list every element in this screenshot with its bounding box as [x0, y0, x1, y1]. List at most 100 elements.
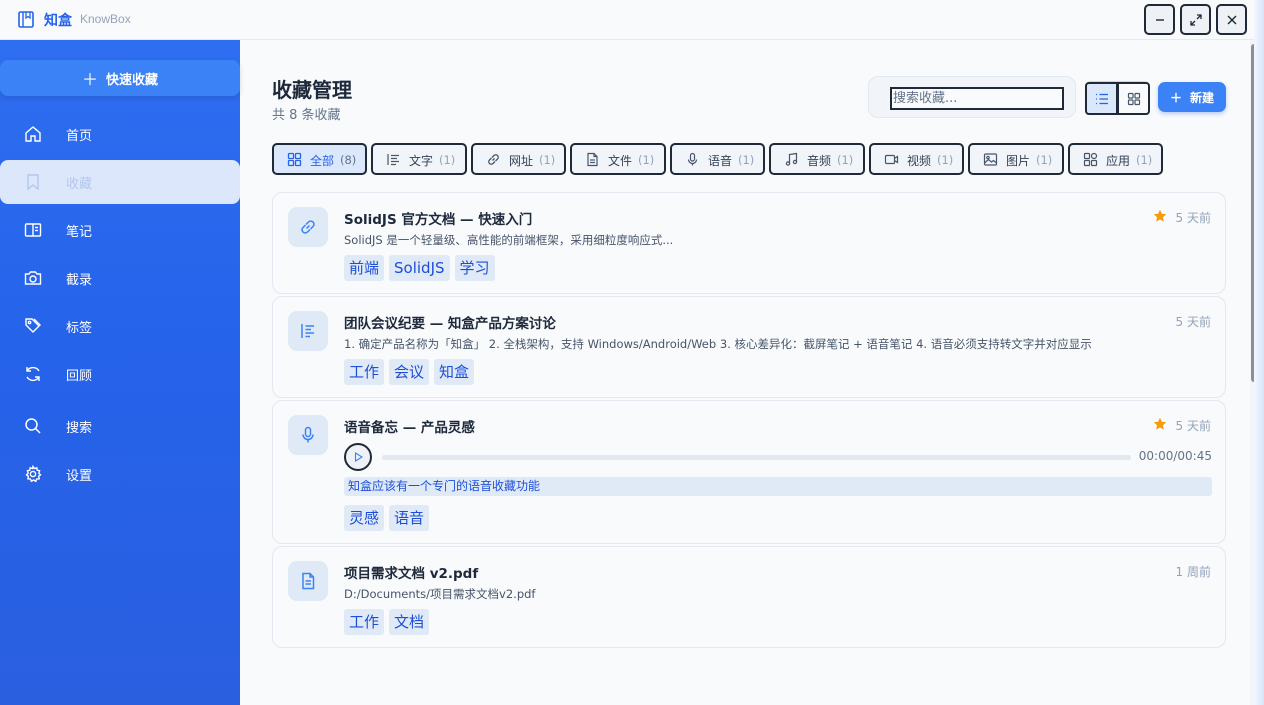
bookmark-icon [27, 174, 39, 191]
bookmark-card[interactable]: 项目需求文档 v2.pdf D:/Documents/项目需求文档v2.pdf … [272, 546, 1226, 648]
tag[interactable]: 会议 [389, 359, 430, 385]
search-input[interactable] [890, 87, 1064, 110]
text-icon [387, 154, 399, 166]
card-description: SolidJS 是一个轻量级、高性能的前端框架，采用细粒度响应式... [344, 233, 674, 247]
tag-list: 工作 会议 知盒 [344, 359, 475, 385]
filter-count: (1) [539, 153, 556, 167]
filter-count: (1) [1036, 153, 1053, 167]
filter-image[interactable]: 图片 (1) [968, 143, 1064, 175]
grid-icon [1127, 92, 1140, 105]
sidebar: ＋ 快速收藏 首页 收藏 笔记 截录 标签 回顾 搜索 设置 [0, 40, 240, 705]
maximize-button[interactable] [1180, 4, 1211, 35]
filter-voice[interactable]: 语音 (1) [670, 143, 765, 175]
sidebar-item-search[interactable]: 搜索 [0, 404, 240, 448]
tag[interactable]: 学习 [454, 255, 495, 281]
minus-icon [1155, 18, 1164, 21]
new-item-button[interactable]: ＋ 新建 [1158, 82, 1226, 112]
quick-add-button[interactable]: ＋ 快速收藏 [0, 60, 240, 96]
bookmark-card[interactable]: SolidJS 官方文档 — 快速入门 SolidJS 是一个轻量级、高性能的前… [272, 192, 1226, 294]
sidebar-item-label: 搜索 [66, 421, 93, 436]
filter-label: 视频 [907, 154, 932, 168]
filter-url[interactable]: 网址 (1) [471, 143, 566, 175]
tag[interactable]: SolidJS [389, 255, 450, 281]
sidebar-item-label: 截录 [66, 273, 93, 288]
filter-all[interactable]: 全部 (8) [272, 143, 367, 175]
filter-file[interactable]: 文件 (1) [570, 143, 666, 175]
plus-icon: ＋ [81, 70, 98, 89]
filter-audio[interactable]: 音频 (1) [769, 143, 865, 175]
filter-count: (1) [1136, 153, 1153, 167]
mic-icon [302, 426, 314, 443]
card-time: 1 周前 [1175, 565, 1211, 579]
card-title: 语音备忘 — 产品灵感 [344, 420, 475, 436]
tag[interactable]: 文档 [389, 609, 430, 635]
app-subtitle: KnowBox [80, 12, 131, 26]
playback-time: 00:00/00:45 [1138, 449, 1212, 463]
close-icon [1227, 15, 1236, 24]
filter-text[interactable]: 文字 (1) [371, 143, 467, 175]
list-icon [1095, 93, 1108, 104]
list-view-button[interactable] [1085, 82, 1118, 115]
grid-view-button[interactable] [1117, 82, 1150, 115]
main-content: 收藏管理 共 8 条收藏 ＋ 新建 [240, 40, 1250, 705]
filter-count: (1) [439, 153, 456, 167]
sidebar-item-label: 设置 [66, 469, 93, 484]
filter-label: 图片 [1006, 154, 1031, 168]
filter-count: (1) [937, 153, 954, 167]
tag[interactable]: 工作 [344, 359, 385, 385]
sidebar-item-tags[interactable]: 标签 [0, 304, 240, 348]
tag[interactable]: 语音 [389, 505, 430, 531]
view-toggle [1085, 81, 1150, 115]
card-description: D:/Documents/项目需求文档v2.pdf [344, 587, 536, 601]
type-badge [288, 311, 328, 351]
play-button[interactable] [344, 443, 372, 471]
filter-count: (1) [738, 153, 755, 167]
expand-icon [1189, 13, 1202, 26]
file-icon [587, 152, 598, 167]
filter-label: 音频 [807, 154, 832, 168]
card-time: 5 天前 [1175, 315, 1211, 329]
sidebar-item-home[interactable]: 首页 [0, 112, 240, 156]
tags-icon [25, 318, 41, 333]
filter-label: 语音 [708, 154, 733, 168]
title-bar: 知盒 KnowBox [0, 0, 1258, 40]
sidebar-item-bookmarks[interactable]: 收藏 [0, 160, 240, 204]
card-title: 项目需求文档 v2.pdf [344, 566, 479, 582]
star-icon[interactable] [1153, 209, 1167, 223]
transcript-text: 知盒应该有一个专门的语音收藏功能 [344, 477, 1212, 496]
star-icon[interactable] [1153, 417, 1167, 431]
progress-track[interactable] [382, 455, 1131, 460]
bookmark-card[interactable]: 团队会议纪要 — 知盒产品方案讨论 1. 确定产品名称为「知盒」 2. 全栈架构… [272, 296, 1226, 398]
sidebar-item-notes[interactable]: 笔记 [0, 208, 240, 252]
link-icon [301, 220, 315, 234]
music-icon [785, 152, 798, 166]
card-time: 5 天前 [1175, 211, 1211, 225]
sidebar-item-label: 首页 [66, 129, 93, 144]
page-title: 收藏管理 [272, 78, 352, 102]
tag[interactable]: 前端 [344, 255, 385, 281]
camera-icon [24, 271, 42, 285]
tag[interactable]: 知盒 [434, 359, 475, 385]
filter-video[interactable]: 视频 (1) [869, 143, 964, 175]
close-button[interactable] [1216, 4, 1247, 35]
filter-apps[interactable]: 应用 (1) [1068, 143, 1163, 175]
app-window: 知盒 KnowBox ＋ 快速收藏 首页 收藏 笔记 截录 标签 回顾 搜索 设… [0, 0, 1258, 705]
gear-icon [25, 465, 42, 483]
tag[interactable]: 工作 [344, 609, 385, 635]
sidebar-item-review[interactable]: 回顾 [0, 352, 240, 396]
book-logo-icon [18, 11, 34, 28]
sidebar-item-capture[interactable]: 截录 [0, 256, 240, 300]
card-description: 1. 确定产品名称为「知盒」 2. 全栈架构，支持 Windows/Androi… [344, 337, 1092, 351]
apps-icon [1083, 152, 1098, 167]
bookmark-card[interactable]: 语音备忘 — 产品灵感 5 天前 00:00/00:45 知盒应该有一个专门的语… [272, 400, 1226, 544]
tag[interactable]: 灵感 [344, 505, 385, 531]
tag-list: 工作 文档 [344, 609, 430, 635]
filter-label: 应用 [1106, 154, 1131, 168]
file-icon [302, 572, 315, 590]
card-title: 团队会议纪要 — 知盒产品方案讨论 [344, 316, 556, 332]
minimize-button[interactable] [1144, 4, 1175, 35]
filter-label: 全部 [310, 154, 335, 168]
sidebar-item-settings[interactable]: 设置 [0, 452, 240, 496]
filter-count: (8) [340, 153, 357, 167]
type-badge [288, 561, 328, 601]
